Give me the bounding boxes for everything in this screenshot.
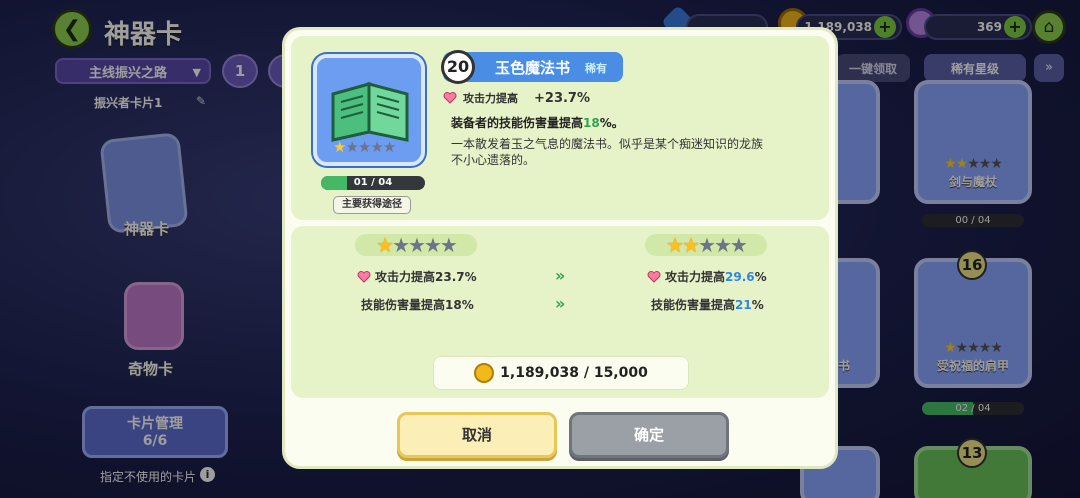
artifact-thumbnail: ★★★★★ bbox=[313, 54, 425, 166]
next-star-banner: ★★★★★ bbox=[645, 234, 767, 256]
artifact-name-plate: 20 玉色魔法书 稀有 bbox=[441, 50, 623, 84]
coin-icon bbox=[474, 363, 495, 383]
attack-heart-icon bbox=[357, 270, 371, 283]
artifact-upgrade-dialog: ✕ ★★★★★ 01 / 04 主要获得途径 20 玉色魔法书 稀有 攻击力提高… bbox=[282, 27, 838, 469]
upgrade-cost: 1,189,038 / 15,000 bbox=[433, 356, 689, 390]
attack-bonus-row: 攻击力提高 +23.7% bbox=[443, 90, 590, 106]
attack-heart-icon bbox=[647, 270, 661, 283]
acquire-source-button[interactable]: 主要获得途径 bbox=[333, 196, 411, 214]
next-attack-stat: 攻击力提高29.6% bbox=[647, 268, 767, 285]
double-arrow-icon: » bbox=[555, 266, 566, 285]
current-skill-stat: 技能伤害量提高18% bbox=[361, 298, 474, 312]
double-arrow-icon: » bbox=[555, 294, 566, 313]
thumbnail-stars: ★★★★★ bbox=[333, 138, 396, 156]
confirm-button[interactable]: 确定 bbox=[569, 412, 729, 458]
attack-label: 攻击力提高 bbox=[463, 92, 518, 105]
collection-progress: 01 / 04 bbox=[321, 176, 425, 190]
description-line-1: 一本散发着玉之气息的魔法书。似乎是某个痴迷知识的龙族 bbox=[451, 137, 764, 151]
effect-line: 装备者的技能伤害量提高18%。 bbox=[451, 116, 624, 130]
attack-value: +23.7% bbox=[534, 90, 590, 106]
upgrade-compare-panel: ★★★★★ ★★★★★ 攻击力提高23.7% » 攻击力提高29.6% 技能伤害… bbox=[291, 226, 829, 398]
magic-book-icon bbox=[331, 82, 409, 142]
attack-heart-icon bbox=[443, 92, 457, 104]
artifact-info-panel: ★★★★★ 01 / 04 主要获得途径 20 玉色魔法书 稀有 攻击力提高 +… bbox=[291, 36, 829, 220]
artifact-name: 玉色魔法书 bbox=[495, 59, 571, 77]
cost-value: 1,189,038 / 15,000 bbox=[500, 365, 648, 381]
artifact-level: 20 bbox=[441, 50, 475, 84]
description-line-2: 不小心遗落的。 bbox=[451, 153, 536, 167]
current-attack-stat: 攻击力提高23.7% bbox=[357, 268, 477, 285]
rarity-label: 稀有 bbox=[585, 62, 607, 75]
cancel-button[interactable]: 取消 bbox=[397, 412, 557, 458]
next-skill-stat: 技能伤害量提高21% bbox=[651, 298, 764, 312]
current-star-banner: ★★★★★ bbox=[355, 234, 477, 256]
